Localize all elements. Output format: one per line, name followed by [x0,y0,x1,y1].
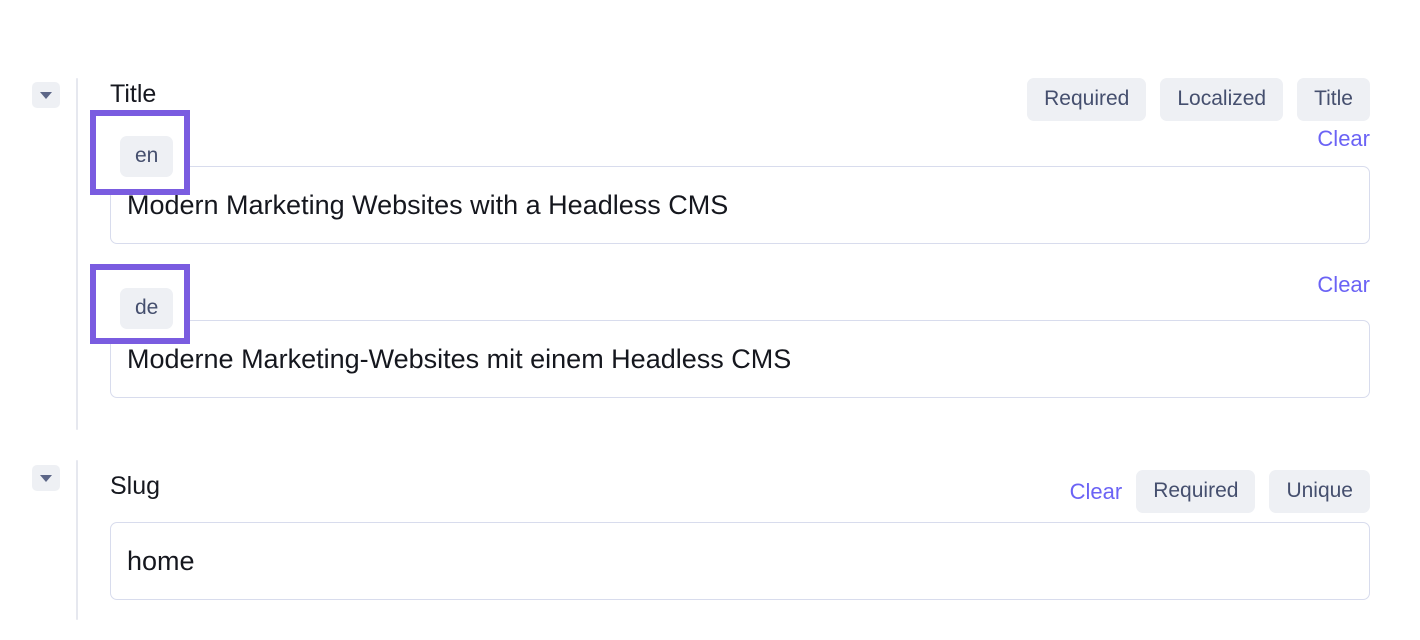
slug-input[interactable] [110,522,1370,600]
field-group-rule-slug [76,460,78,620]
field-label-title: Title [110,80,157,108]
field-meta-chips-slug: Clear Required Unique [1070,470,1370,513]
field-body-slug: Slug Clear Required Unique [110,470,1370,600]
locale-chip-de-overlay[interactable]: de [120,288,174,329]
field-header-title: Title Required Localized Title [110,78,1370,121]
chip-localized[interactable]: Localized [1160,78,1284,121]
locale-row-de: de Clear [110,248,1370,320]
locale-chip-en-overlay[interactable]: en [120,136,174,177]
field-group-rule-title [76,78,78,430]
field-group-slug: Slug Clear Required Unique [0,460,1420,620]
field-header-slug: Slug Clear Required Unique [110,470,1370,522]
chevron-down-icon [40,91,52,99]
title-input-de[interactable] [110,320,1370,398]
collapse-toggle-title[interactable] [32,82,60,108]
chevron-down-icon [40,474,52,482]
field-label-slug: Slug [110,472,161,500]
clear-link-title-en[interactable]: Clear [1317,128,1370,150]
chip-title[interactable]: Title [1297,78,1370,121]
field-body-title: Title Required Localized Title en Clear … [110,78,1370,398]
field-group-title: Title Required Localized Title en Clear … [0,78,1420,430]
chip-unique[interactable]: Unique [1269,470,1370,513]
clear-link-title-de[interactable]: Clear [1317,274,1370,296]
chip-required[interactable]: Required [1027,78,1147,121]
chip-required[interactable]: Required [1136,470,1256,513]
clear-link-slug[interactable]: Clear [1070,480,1123,503]
locale-row-en: en Clear [110,116,1370,166]
field-meta-chips-title: Required Localized Title [1027,78,1370,121]
title-input-en[interactable] [110,166,1370,244]
collapse-toggle-slug[interactable] [32,465,60,491]
